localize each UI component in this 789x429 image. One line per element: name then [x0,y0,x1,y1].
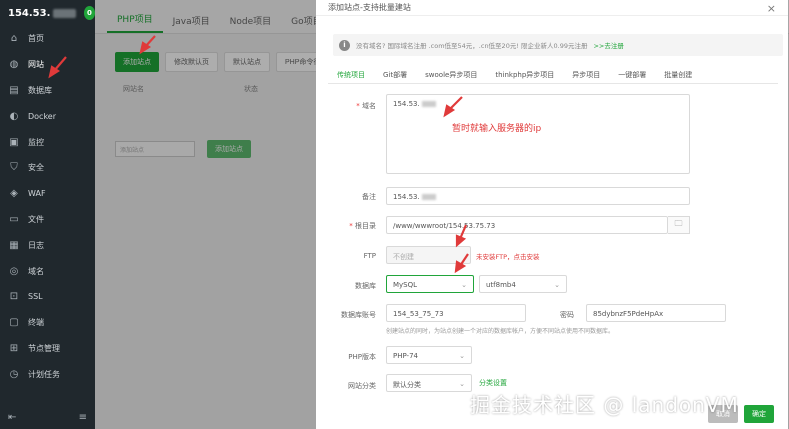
annotation-arrows [48,35,469,274]
arrow-to-database [454,253,469,274]
arrow-to-sidebar-site [48,56,67,79]
arrow-to-domain [443,96,463,118]
arrow-to-ftp [455,224,468,248]
watermark: 掘金技术社区 @ landonVM [470,393,739,417]
arrow-to-add-site [139,35,156,55]
